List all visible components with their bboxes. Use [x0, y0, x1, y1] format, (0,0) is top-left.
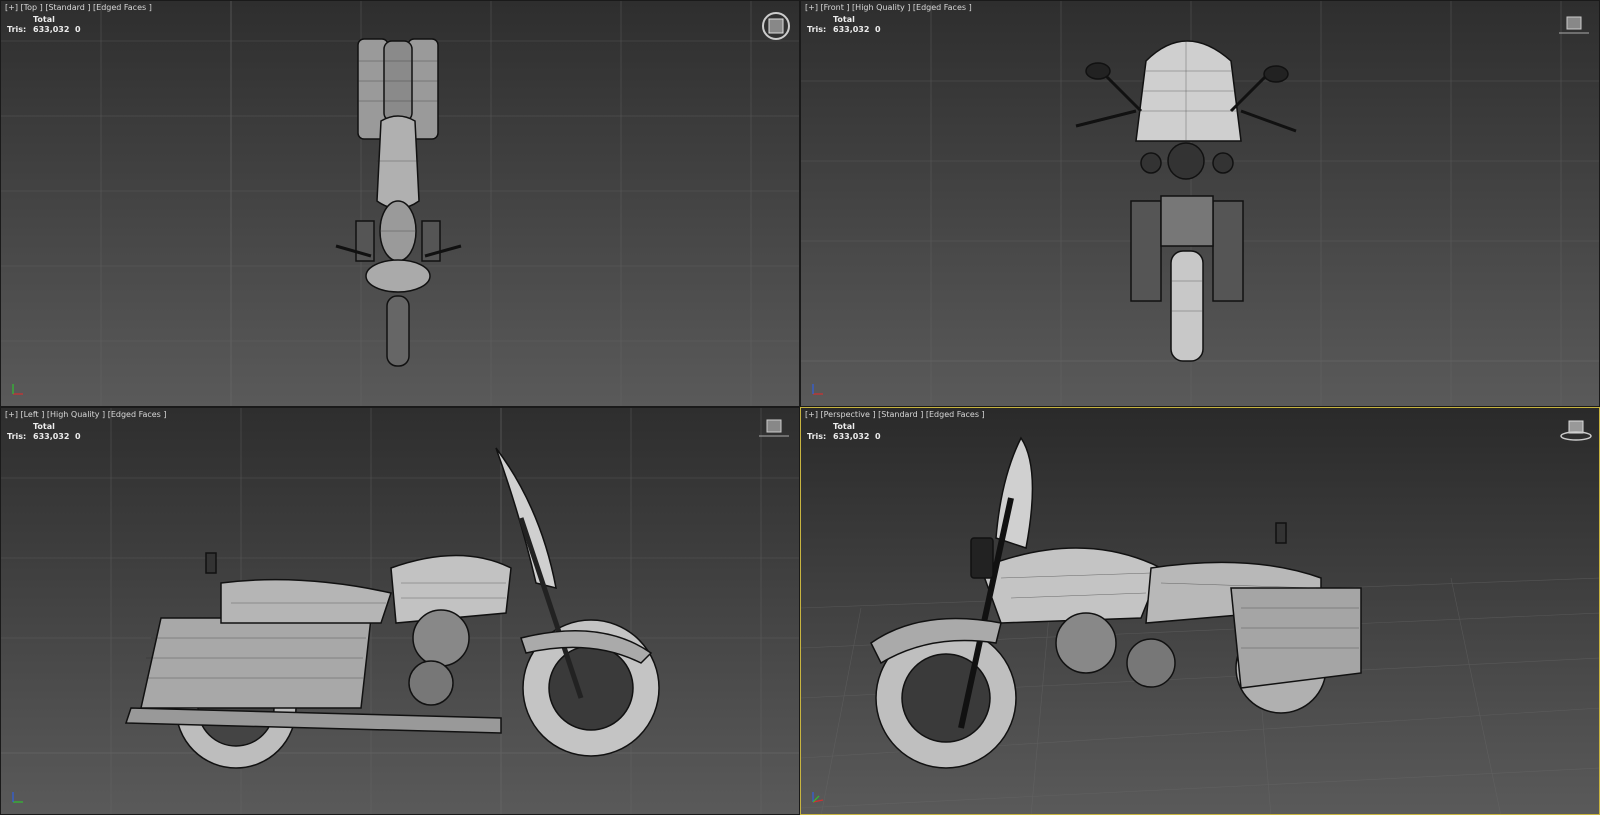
stats-overlay: Total Tris: 633,032 0: [807, 15, 881, 34]
viewport-left[interactable]: [+] [Left ] [High Quality ] [Edged Faces…: [0, 407, 800, 815]
motorcycle-top-view: [335, 38, 462, 367]
viewport-top[interactable]: [+] [Top ] [Standard ] [Edged Faces ] To…: [0, 0, 800, 407]
axis-tripod-icon: [812, 384, 823, 395]
viewport-perspective[interactable]: [+] [Perspective ] [Standard ] [Edged Fa…: [800, 407, 1600, 815]
viewport-label[interactable]: [+] [Top ] [Standard ] [Edged Faces ]: [5, 3, 152, 12]
viewcube-icon[interactable]: [1557, 15, 1591, 37]
stats-overlay: Total Tris: 633,032 0: [807, 422, 881, 441]
viewport-front[interactable]: [+] [Front ] [High Quality ] [Edged Face…: [800, 0, 1600, 407]
stats-overlay: Total Tris: 633,032 0: [7, 15, 81, 34]
viewport-label[interactable]: [+] [Front ] [High Quality ] [Edged Face…: [805, 3, 972, 12]
viewport-label[interactable]: [+] [Perspective ] [Standard ] [Edged Fa…: [805, 410, 985, 419]
viewcube-icon[interactable]: [757, 418, 791, 440]
viewcube-icon[interactable]: [1559, 418, 1593, 442]
axis-tripod-icon: [812, 792, 824, 803]
steering-wheel-icon[interactable]: [761, 11, 791, 41]
stats-overlay: Total Tris: 633,032 0: [7, 422, 81, 441]
motorcycle-side-view: [124, 447, 660, 769]
axis-tripod-icon: [12, 384, 23, 395]
axis-tripod-icon: [12, 792, 23, 803]
motorcycle-perspective-view: [870, 436, 1362, 769]
motorcycle-front-view: [1075, 31, 1297, 362]
viewport-label[interactable]: [+] [Left ] [High Quality ] [Edged Faces…: [5, 410, 167, 419]
